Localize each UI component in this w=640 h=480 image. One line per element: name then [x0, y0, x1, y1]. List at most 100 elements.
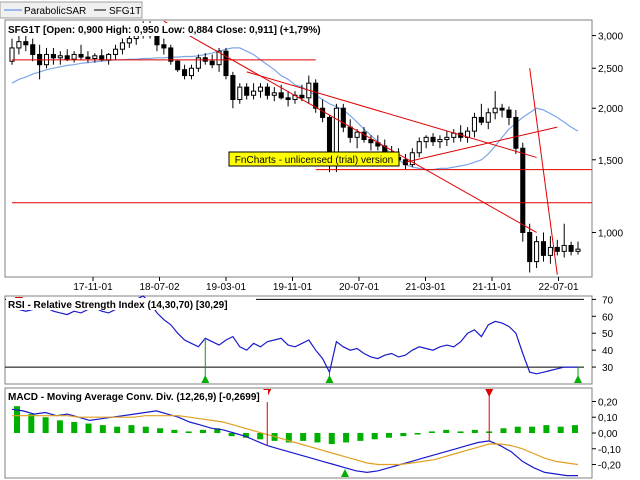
candle-body	[554, 246, 560, 252]
rsi-panel: 70 60 50 40 30 RSI - Relative Strength Index …	[4, 295, 614, 385]
macd-hist-bar	[85, 423, 92, 433]
candle-body	[492, 107, 498, 114]
candle-body	[354, 131, 360, 138]
macd-hist-bar	[543, 425, 550, 433]
candle-body	[575, 248, 581, 252]
candle-body	[547, 246, 553, 256]
candle-body	[430, 136, 436, 143]
candle-body	[182, 69, 188, 77]
toolbar-symbol-label[interactable]: SFG1T	[109, 6, 141, 17]
macd-ytick-label: -0,10	[598, 445, 621, 456]
candle-body	[444, 136, 450, 140]
candle-body	[92, 55, 98, 59]
toolbar-sar-label[interactable]: ParabolicSAR	[24, 6, 86, 17]
rsi-ytick-label: 50	[602, 329, 614, 340]
price-xtick-label: 19-03-01	[206, 282, 246, 293]
candle-body	[313, 82, 319, 109]
rsi-ytick-label: 60	[602, 312, 614, 323]
candle-body	[478, 116, 484, 123]
rsi-title: RSI - Relative Strength Index (14,30,70)…	[8, 300, 228, 311]
macd-ytick-label: 0,10	[598, 413, 618, 424]
candle-body	[285, 97, 291, 100]
rsi-ytick-label: 70	[602, 295, 614, 306]
candle	[168, 44, 174, 65]
macd-hist-bar	[42, 417, 49, 433]
candle-body	[368, 138, 374, 144]
price-panel: 3,000 2,500 2,000 1,500 1,000 17-11-01 18-07-0…	[4, 19, 623, 293]
candle-body	[278, 92, 284, 99]
candle-body	[499, 107, 505, 111]
price-ytick-label: 2,500	[598, 64, 623, 75]
watermark-text: FnCharts - unlicensed (trial) version	[235, 155, 393, 166]
candle-body	[188, 67, 195, 77]
macd-hist-bar	[500, 428, 507, 433]
macd-hist-bar	[28, 414, 35, 433]
candle-body	[513, 116, 519, 149]
candle-body	[320, 107, 326, 118]
candle-body	[230, 75, 236, 100]
price-ytick-label: 1,500	[598, 156, 623, 167]
macd-hist-bar	[529, 426, 536, 433]
macd-hist-bar	[371, 433, 378, 440]
macd-title: MACD - Moving Average Conv. Div. (12,26,…	[8, 392, 260, 403]
candle-body	[154, 35, 160, 46]
price-xtick-label: 19-11-01	[273, 282, 313, 293]
macd-hist-bar	[514, 426, 521, 433]
candle-body	[16, 41, 22, 49]
candle-body	[223, 50, 229, 77]
candle-body	[175, 60, 181, 71]
candle-body	[527, 231, 533, 263]
macd-hist-bar	[56, 420, 63, 433]
candle-body	[23, 41, 29, 46]
price-xtick-label: 17-11-01	[73, 282, 113, 293]
candle-body	[506, 109, 512, 118]
candle-body	[299, 94, 305, 99]
chart-svg: ParabolicSAR SFG1T 3,000 2,500 2,000 1,500 1…	[0, 0, 640, 480]
candle-body	[561, 244, 567, 252]
price-xtick-label: 21-11-01	[472, 282, 512, 293]
macd-hist-bar	[457, 431, 464, 433]
candle-body	[264, 86, 270, 96]
macd-hist-bar	[386, 433, 392, 438]
macd-hist-bar	[99, 425, 106, 433]
macd-hist-bar	[142, 426, 149, 433]
macd-hist-bar	[328, 433, 335, 445]
macd-ytick-label: -0,20	[598, 461, 621, 472]
toolbar: ParabolicSAR SFG1T	[0, 1, 143, 19]
candle-body	[485, 112, 491, 123]
price-ytick-label: 2,000	[598, 104, 623, 115]
candle-body	[85, 56, 91, 59]
macd-hist-bar	[200, 429, 206, 433]
macd-hist-bar	[171, 429, 178, 433]
chart-stage: ParabolicSAR SFG1T 3,000 2,500 2,000 1,500 1…	[0, 0, 640, 480]
candle	[223, 47, 229, 80]
candle-body	[471, 116, 478, 132]
macd-panel: 0,20 0,10 0,00 -0,10 -0,20 MACD - Moving Aver…	[4, 387, 621, 479]
macd-hist-bar	[414, 433, 421, 435]
candle	[520, 142, 526, 242]
macd-ytick-label: 0,00	[598, 429, 618, 440]
price-xtick-label: 20-07-01	[339, 282, 379, 293]
candle-body	[106, 53, 112, 61]
rsi-ytick-label: 30	[602, 363, 614, 374]
candle-body	[251, 90, 257, 96]
macd-hist-bar	[114, 426, 121, 433]
candle-body	[126, 38, 132, 44]
candle	[175, 59, 181, 72]
candle-body	[119, 42, 125, 50]
macd-hist-bar	[257, 433, 264, 440]
candle-body	[99, 55, 105, 61]
candle-body	[347, 126, 353, 138]
rsi-ytick-label: 40	[602, 346, 614, 357]
macd-hist-bar	[428, 431, 435, 433]
candle-body	[78, 53, 84, 58]
price-ytick-label: 3,000	[598, 32, 623, 43]
macd-hist-bar	[157, 428, 164, 433]
candle-body	[437, 138, 443, 143]
candle-body	[257, 86, 264, 92]
macd-hist-bar	[400, 433, 407, 437]
macd-hist-bar	[572, 425, 578, 433]
macd-hist-bar	[471, 429, 478, 433]
candle-body	[416, 141, 422, 154]
candle-body	[64, 55, 70, 60]
